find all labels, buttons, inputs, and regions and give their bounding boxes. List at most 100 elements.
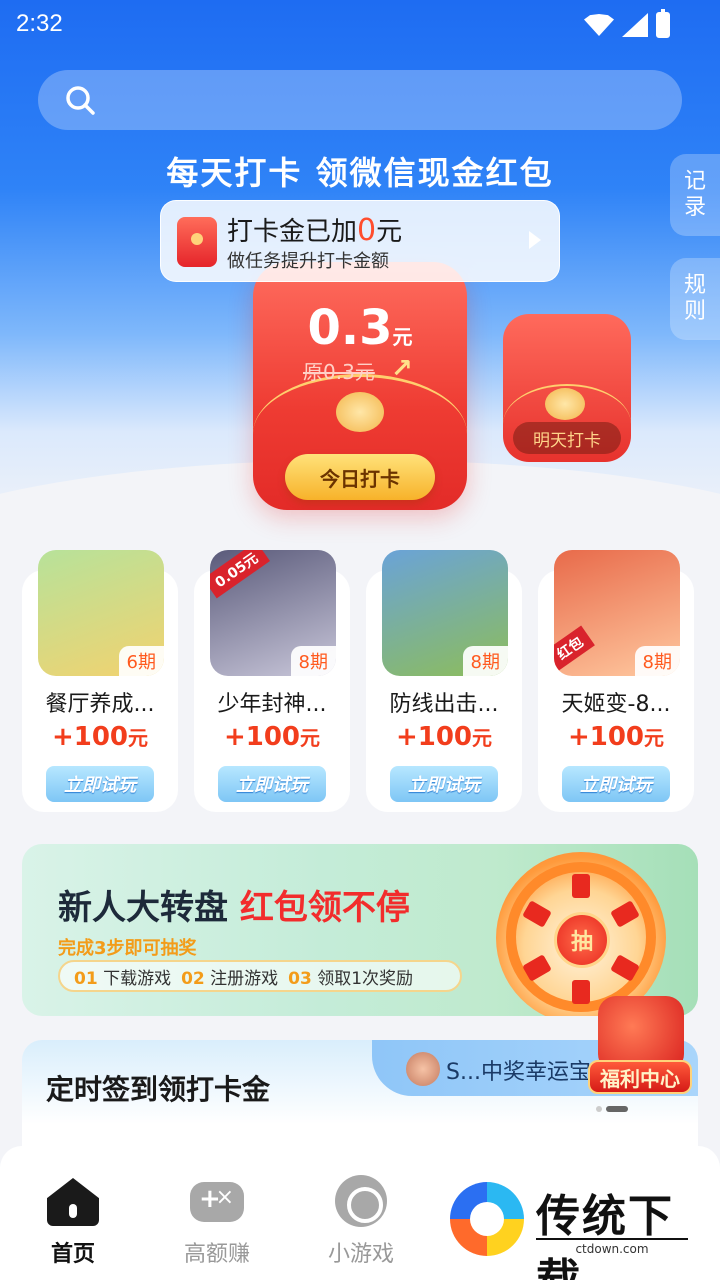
status-bar: 2:32 [0, 0, 720, 50]
tab-mini-games[interactable]: 小游戏 [306, 1174, 416, 1268]
game-name: 天姬变-8... [561, 692, 671, 717]
reward-unit: 元 [300, 726, 321, 750]
play-now-button[interactable]: 立即试玩 [390, 766, 498, 802]
avatar [406, 1052, 440, 1086]
today-red-packet[interactable]: 0.3元 原0.3元 ↗ 今日打卡 [253, 262, 467, 510]
watermark-text: 传统下载 [536, 1191, 674, 1280]
notice-amount: 0 [357, 213, 377, 248]
step-item: 03 领取1次奖励 [288, 964, 413, 989]
reward-unit: 元 [472, 726, 493, 750]
records-tab[interactable]: 记录 [670, 154, 720, 236]
up-arrow-icon: ↗ [391, 354, 413, 384]
carousel-dots [596, 1106, 628, 1112]
watermark-logo-icon [450, 1182, 524, 1256]
step-label: 领取1次奖励 [317, 968, 414, 989]
coin-icon [336, 392, 384, 432]
reward-value: +100 [223, 722, 301, 752]
banner-steps: 01 下载游戏 02 注册游戏 03 领取1次奖励 [58, 960, 462, 992]
game-thumbnail: 红包 8期 [554, 550, 680, 676]
red-packet-icon [177, 217, 217, 267]
search-bar[interactable] [38, 70, 682, 130]
step-label: 下载游戏 [103, 968, 172, 989]
game-period: 6期 [118, 646, 164, 676]
checkin-today-button[interactable]: 今日打卡 [285, 454, 435, 500]
wheel-prize-icon [572, 874, 590, 898]
banner-title-red: 红包领不停 [239, 888, 410, 928]
reward-value: +100 [567, 722, 645, 752]
step-number: 03 [288, 968, 312, 989]
game-reward: +100元 [22, 722, 178, 752]
gamepad-icon-wrap [190, 1174, 244, 1228]
game-card[interactable]: 8期 防线出击... +100元 立即试玩 [366, 550, 522, 812]
signin-title: 定时签到领打卡金 [46, 1073, 271, 1106]
home-icon [47, 1178, 99, 1226]
game-badge: 红包 [554, 625, 595, 671]
step-number: 02 [181, 968, 205, 989]
status-time: 2:32 [16, 10, 63, 37]
game-reward: +100元 [366, 722, 522, 752]
mini-game-icon-wrap [334, 1174, 388, 1228]
banner-title: 新人大转盘 红包领不停 [58, 880, 410, 929]
game-reward: +100元 [194, 722, 350, 752]
game-name: 防线出击... [389, 692, 499, 717]
carousel-dot [596, 1106, 602, 1112]
game-period: 8期 [462, 646, 508, 676]
play-now-button[interactable]: 立即试玩 [562, 766, 670, 802]
watermark: 传统下载 ctdown.com [450, 1176, 710, 1280]
prize-wheel[interactable]: 抽 [496, 852, 666, 1016]
chevron-right-icon [529, 231, 541, 249]
game-period: 8期 [290, 646, 336, 676]
notice-suffix: 元 [376, 217, 403, 247]
rules-tab[interactable]: 规则 [670, 258, 720, 340]
packet-original-amount: 原0.3元 [303, 360, 375, 384]
welfare-center-float[interactable]: 福利中心 [588, 996, 692, 1096]
packet-amount-value: 0.3 [307, 300, 393, 356]
status-icons [584, 9, 670, 38]
game-name: 少年封神... [217, 692, 327, 717]
mini-game-icon [335, 1175, 387, 1227]
checkin-tomorrow-button: 明天打卡 [513, 422, 621, 454]
play-now-button[interactable]: 立即试玩 [46, 766, 154, 802]
banner-subtitle: 完成3步即可抽奖 [58, 938, 197, 959]
notice-subtitle: 做任务提升打卡金额 [227, 251, 389, 272]
tab-label: 首页 [50, 1242, 95, 1267]
step-number: 01 [74, 968, 98, 989]
step-item: 01 下载游戏 [74, 964, 171, 989]
game-name: 餐厅养成... [45, 692, 155, 717]
notice-prefix: 打卡金已加 [227, 217, 358, 247]
tab-high-earn[interactable]: 高额赚 [162, 1174, 272, 1268]
tab-label: 小游戏 [327, 1242, 394, 1267]
game-card[interactable]: 红包 8期 天姬变-8... +100元 立即试玩 [538, 550, 694, 812]
reward-value: +100 [51, 722, 129, 752]
spin-button[interactable]: 抽 [554, 912, 610, 968]
reward-unit: 元 [644, 726, 665, 750]
tab-home[interactable]: 首页 [18, 1174, 128, 1268]
ticker-text: S...中奖幸运宝 [446, 1060, 591, 1085]
game-list: 6期 餐厅养成... +100元 立即试玩 0.05元 8期 少年封神... +… [22, 548, 698, 812]
reward-value: +100 [395, 722, 473, 752]
tab-label: 高额赚 [183, 1242, 250, 1267]
tomorrow-red-packet: 明天打卡 [503, 314, 631, 462]
page-title: 每天打卡 领微信现金红包 [166, 154, 554, 192]
game-reward: +100元 [538, 722, 694, 752]
home-icon-wrap [46, 1174, 100, 1228]
game-card[interactable]: 0.05元 8期 少年封神... +100元 立即试玩 [194, 550, 350, 812]
reward-unit: 元 [128, 726, 149, 750]
checkin-notice[interactable]: 打卡金已加0元 做任务提升打卡金额 [160, 200, 560, 282]
welfare-center-label: 福利中心 [588, 1060, 692, 1094]
wifi-icon [584, 14, 614, 36]
game-period: 8期 [634, 646, 680, 676]
game-thumbnail: 6期 [38, 550, 164, 676]
coin-icon [545, 388, 585, 420]
game-card[interactable]: 6期 餐厅养成... +100元 立即试玩 [22, 550, 178, 812]
game-thumbnail: 0.05元 8期 [210, 550, 336, 676]
game-badge: 0.05元 [210, 550, 270, 599]
signal-icon [622, 13, 648, 37]
step-item: 02 注册游戏 [181, 964, 278, 989]
carousel-dot-active [606, 1106, 628, 1112]
notice-amount-line: 打卡金已加0元 [227, 211, 402, 248]
lucky-wheel-banner[interactable]: 新人大转盘 红包领不停 完成3步即可抽奖 01 下载游戏 02 注册游戏 03 … [22, 844, 698, 1016]
play-now-button[interactable]: 立即试玩 [218, 766, 326, 802]
step-label: 注册游戏 [210, 968, 279, 989]
gamepad-icon [190, 1182, 244, 1222]
